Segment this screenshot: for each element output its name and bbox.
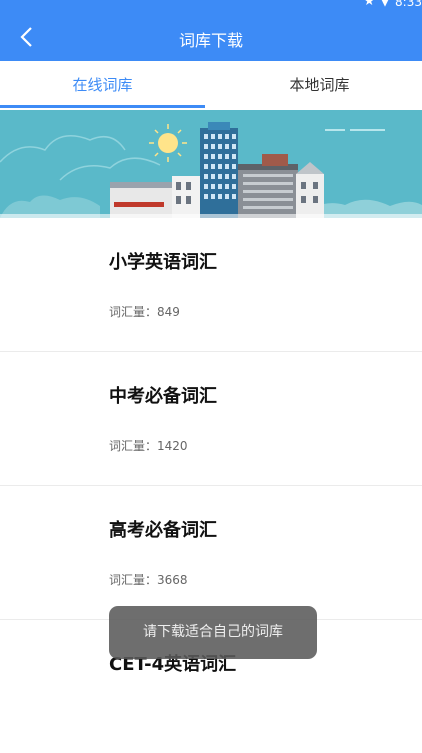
vocab-item-name: 中考必备词汇 xyxy=(109,386,217,407)
vocab-item[interactable]: 高考必备词汇 词汇量：3668 xyxy=(0,486,422,620)
active-tab-indicator xyxy=(0,105,205,108)
vocab-item-count: 词汇量：3668 xyxy=(109,573,188,587)
star-icon: ★ xyxy=(363,0,376,9)
page-title: 词库下载 xyxy=(178,31,243,50)
vocab-item-count: 词汇量：849 xyxy=(109,305,180,319)
vocab-item-count: 词汇量：1420 xyxy=(109,439,188,453)
tab-online-vocab[interactable]: 在线词库 xyxy=(0,61,205,110)
status-bar: ★ ▼ 8:33 xyxy=(363,0,422,14)
vocab-item[interactable]: 小学英语词汇 词汇量：849 xyxy=(0,218,422,352)
tab-bar: 在线词库 本地词库 xyxy=(0,61,422,111)
toast-message: 请下载适合自己的词库 xyxy=(109,606,317,659)
status-time: 8:33 xyxy=(395,0,422,9)
wifi-icon: ▼ xyxy=(380,0,391,9)
vocab-item-name: 高考必备词汇 xyxy=(109,520,217,541)
vocab-list: 小学英语词汇 词汇量：849 中考必备词汇 词汇量：1420 高考必备词汇 词汇… xyxy=(0,218,422,753)
vocab-item-name: 小学英语词汇 xyxy=(109,252,217,273)
app-bar: ★ ▼ 8:33 词库下载 xyxy=(0,0,422,61)
vocab-item[interactable]: 中考必备词汇 词汇量：1420 xyxy=(0,352,422,486)
tab-local-vocab[interactable]: 本地词库 xyxy=(217,61,422,110)
banner-illustration xyxy=(0,110,422,218)
